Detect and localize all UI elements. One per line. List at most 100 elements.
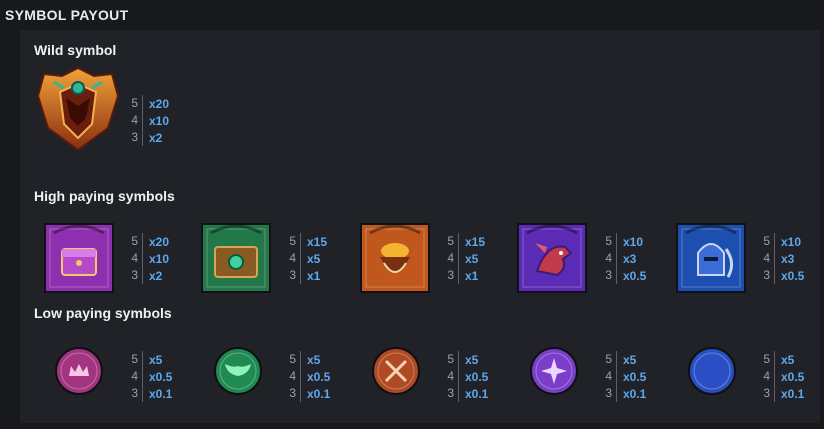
payout-multiplier: x0.1 [149,386,173,401]
payout-row: x0.5 [149,368,172,385]
page-title: SYMBOL PAYOUT [5,7,129,23]
payout-table: x20 x10 x2 [142,233,169,284]
payout-multiplier: x5 [465,251,479,266]
payout-count: 3 [605,268,612,282]
payout-count: 4 [605,369,612,383]
payout-count: 3 [447,386,454,400]
payout-row: x0.1 [149,385,172,402]
payout-count: 5 [447,234,454,248]
payout-count: 3 [447,268,454,282]
crown-rune-icon [54,346,104,401]
payout-count: 5 [131,352,138,366]
payout-multiplier: x0.5 [623,369,647,384]
payout-multiplier: x20 [149,234,170,249]
payout-count: 5 [605,352,612,366]
payout-count: 3 [605,386,612,400]
payout-row: x3 [623,250,646,267]
payout-multiplier: x0.5 [781,369,805,384]
payout-count: 5 [763,352,770,366]
payout-multiplier: x5 [149,352,163,367]
payout-count: 5 [605,234,612,248]
payout-count: 4 [131,251,138,265]
payout-multiplier: x5 [307,352,321,367]
payout-count: 5 [763,234,770,248]
payout-row: x0.1 [307,385,330,402]
payout-multiplier: x5 [465,352,479,367]
swords-rune-icon [371,346,421,401]
payout-count: 3 [131,386,138,400]
payout-multiplier: x5 [307,251,321,266]
payout-row: x0.5 [623,267,646,284]
wings-rune-icon [213,346,263,401]
payout-multiplier: x1 [465,268,479,283]
payout-row: x5 [465,351,488,368]
payout-row: x0.5 [781,368,804,385]
payout-row: x5 [307,250,327,267]
payout-count: 4 [289,251,296,265]
payout-count: 4 [763,369,770,383]
payout-multiplier: x5 [623,352,637,367]
wild-section-title: Wild symbol [34,42,117,58]
payout-table: x10 x3 x0.5 [616,233,646,284]
payout-row: x10 [623,233,646,250]
payout-table: x15 x5 x1 [458,233,485,284]
payout-row: x0.5 [781,267,804,284]
payout-row: x3 [781,250,804,267]
payout-count: 3 [763,386,770,400]
low-section-title: Low paying symbols [34,305,172,321]
payout-row: x10 [149,112,169,129]
gold-pouch-icon [360,223,430,298]
dragon-icon [517,223,587,298]
payout-count: 4 [447,251,454,265]
payout-count: 4 [131,113,138,127]
payout-count: 4 [605,251,612,265]
payout-multiplier: x10 [149,251,170,266]
payout-multiplier: x0.5 [465,369,489,384]
payout-multiplier: x10 [623,234,644,249]
wild-crest-icon [34,66,122,157]
payout-count: 5 [289,234,296,248]
payout-row: x0.5 [307,368,330,385]
star-rune-icon [529,346,579,401]
payout-row: x0.5 [465,368,488,385]
payout-multiplier: x0.1 [307,386,331,401]
payout-multiplier: x1 [307,268,321,283]
payout-count: 4 [447,369,454,383]
payout-table: x5 x0.5 x0.1 [142,351,172,402]
payout-row: x15 [465,233,485,250]
payout-multiplier: x0.1 [781,386,805,401]
payout-multiplier: x0.5 [307,369,331,384]
payout-count: 4 [131,369,138,383]
payout-count: 5 [131,234,138,248]
payout-row: x20 [149,95,169,112]
payout-multiplier: x0.1 [465,386,489,401]
moon-rune-icon [687,346,737,401]
treasure-chest-icon [44,223,114,298]
payout-multiplier: x10 [781,234,802,249]
payout-count: 3 [131,268,138,282]
payout-row: x15 [307,233,327,250]
payout-row: x0.1 [465,385,488,402]
payout-multiplier: x0.5 [781,268,805,283]
payout-row: x5 [149,351,172,368]
payout-multiplier: x15 [307,234,328,249]
payout-count: 3 [289,268,296,282]
payout-row: x20 [149,233,169,250]
payout-row: x0.1 [781,385,804,402]
payout-row: x5 [623,351,646,368]
payout-table: x10 x3 x0.5 [774,233,804,284]
payout-row: x5 [465,250,485,267]
payout-count: 5 [131,96,138,110]
payout-multiplier: x0.1 [623,386,647,401]
payout-row: x0.5 [623,368,646,385]
payout-count: 4 [289,369,296,383]
payout-multiplier: x3 [781,251,795,266]
payout-row: x1 [465,267,485,284]
payout-row: x10 [149,250,169,267]
payout-count: 3 [763,268,770,282]
payout-multiplier: x3 [623,251,637,266]
payout-table: x5 x0.5 x0.1 [458,351,488,402]
payout-table: x5 x0.5 x0.1 [616,351,646,402]
payout-table: x20 x10 x2 [142,95,169,146]
payout-multiplier: x0.5 [149,369,173,384]
